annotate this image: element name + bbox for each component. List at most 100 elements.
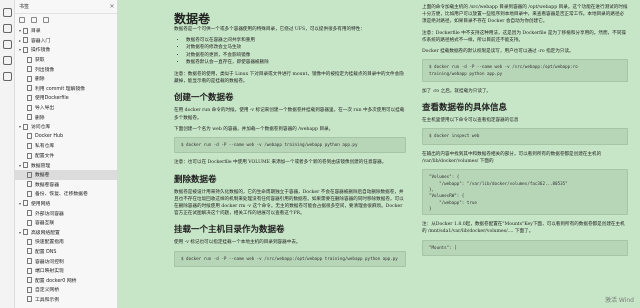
attachment-icon[interactable] — [3, 40, 12, 49]
feature-list: 数据卷可以在容器之间共享和重用 对数据卷的修改会立马生效 对数据卷的更新，不会影… — [186, 37, 406, 66]
bookmark-label: 导入导出 — [35, 106, 55, 112]
document-icon — [27, 238, 32, 245]
document-icon — [27, 296, 32, 303]
document-icon — [23, 200, 28, 207]
expand-icon[interactable] — [19, 17, 25, 23]
bookmark-label: 数据卷容器 — [35, 182, 59, 188]
bookmark-item[interactable]: ▾ 操作镜像 — [15, 45, 117, 55]
collapse-icon[interactable] — [31, 17, 37, 23]
document-icon — [27, 94, 32, 101]
paragraph: 注意：也可以在 Dockerfile 中使用 VOLUME 来添加一个或者多个新… — [174, 160, 387, 166]
document-icon — [27, 152, 32, 159]
bookmark-item[interactable]: 私有仓库 — [15, 141, 117, 151]
bookmark-label: 外部访问容器 — [35, 211, 64, 217]
bookmark-item[interactable]: ▾ 目录 — [15, 26, 117, 36]
search-icon[interactable] — [3, 72, 12, 81]
bookmark-item[interactable]: ▾ 访问仓库 — [15, 122, 117, 132]
comment-icon[interactable] — [3, 56, 12, 65]
bookmark-item[interactable]: 配置 DNS — [15, 247, 117, 257]
document-icon — [27, 85, 32, 92]
bookmark-label: Docker Hub — [35, 133, 64, 139]
bookmark-item[interactable]: ▾ 数据管理 — [15, 160, 117, 170]
bookmark-item[interactable]: 工具和示例 — [15, 295, 117, 305]
note-paragraph: 注意：数据卷的使用，类似于 Linux 下对目录或文件进行 mount，镜像中的… — [174, 72, 404, 85]
code-block: $ docker run -d -P --name web -v /src/we… — [174, 250, 406, 268]
bookmark-item[interactable]: 快速配置指南 — [15, 237, 117, 247]
close-icon[interactable]: ✕ — [107, 3, 117, 10]
bookmark-label: 使用网络 — [31, 201, 51, 207]
bookmark-tree: ▾ 目录 ▸ 容器入门 ▾ 操作镜像 获取 列出镜像 删除 利用 commit 理解镜像 使用Doc… — [15, 26, 117, 304]
bookmark-label: 使用Dockerfile — [35, 96, 69, 102]
document-icon — [23, 123, 28, 130]
section-title: 数据卷 — [174, 12, 211, 26]
bookmark-label: 数据管理 — [31, 163, 51, 169]
paragraph: 数据卷是被设计用来持久化数据的，它的生命周期独立于容器，Docker 不会在容器… — [174, 189, 404, 217]
bookmark-item[interactable]: 列出镜像 — [15, 64, 117, 74]
document-icon — [23, 46, 28, 53]
bookmark-item[interactable]: 数据卷 — [15, 169, 117, 180]
bookmark-label: 工具和示例 — [35, 297, 59, 303]
bookmark-item[interactable]: ▸ 容器入门 — [15, 36, 117, 46]
bookmark-label: 目录 — [31, 29, 41, 35]
paragraph: 注：从Docker 1.8.0起，数据卷配置在"Mounts"Key下面，可以看… — [422, 222, 625, 235]
document-icon — [27, 104, 32, 111]
bookmark-item[interactable]: ▾ 使用网络 — [15, 199, 117, 209]
bookmark-label: 私有仓库 — [35, 144, 55, 150]
bookmark-label: 容器入门 — [31, 38, 51, 44]
options-icon[interactable] — [43, 17, 49, 23]
bookmark-label: 删除 — [35, 77, 45, 83]
panel-header: 书签 ✕ — [15, 0, 117, 14]
code-block: $ docker run -d -P --name web -v /webapp… — [174, 137, 406, 154]
document-icon — [27, 248, 32, 255]
bookmark-icon[interactable] — [3, 8, 12, 17]
bookmark-label: 自定义网桥 — [35, 288, 59, 294]
list-item: 对数据卷的修改会立马生效 — [186, 44, 406, 51]
code-block: $ docker inspect web — [422, 128, 628, 145]
bookmark-item[interactable]: 数据卷容器 — [15, 180, 117, 190]
document-icon — [27, 66, 32, 73]
list-item: 对数据卷的更新，不会影响镜像 — [186, 52, 406, 59]
bookmark-label: 数据卷 — [35, 173, 50, 179]
bookmark-label: 端口映射实现 — [35, 269, 64, 275]
bookmark-item[interactable]: 配置文件 — [15, 151, 117, 161]
bookmark-item[interactable]: 配置 docker0 网桥 — [15, 275, 117, 285]
bookmark-item[interactable]: 删除 — [15, 112, 117, 122]
page-column-right: 上面的命令加载主机的 /src/webapp 目录到容器的 /opt/webap… — [422, 0, 628, 262]
paragraph: Docker 挂载数据卷的默认权限是读写，用户也可以通过 :ro 指定为只读。 — [422, 49, 574, 55]
bookmark-item[interactable]: 容器访问控制 — [15, 256, 117, 266]
bookmark-panel: 书签 ✕ ▾ 目录 ▸ 容器入门 ▾ 操作镜像 获取 列出镜像 删除 利用 commit 理解镜像… — [15, 0, 118, 308]
bookmark-label: 访问仓库 — [31, 125, 51, 131]
document-icon — [23, 229, 28, 236]
bookmark-label: 容器互联 — [35, 221, 55, 227]
bookmark-item[interactable]: 外部访问容器 — [15, 208, 117, 218]
intro-paragraph: 数据卷是一个可供一个或多个容器使用的特殊目录，它绕过 UFS，可以提供很多有用的… — [174, 27, 365, 32]
bookmark-item[interactable]: 利用 commit 理解镜像 — [15, 84, 117, 94]
heading-inspect-volume: 查看数据卷的具体信息 — [422, 103, 508, 114]
bookmark-item[interactable]: 获取 — [15, 55, 117, 65]
document-icon — [27, 56, 32, 63]
document-icon — [27, 219, 32, 226]
document-icon — [27, 210, 32, 217]
bookmark-label: 备份、恢复、迁移数据卷 — [35, 192, 88, 198]
bookmark-item[interactable]: 备份、恢复、迁移数据卷 — [15, 189, 117, 199]
bookmark-item[interactable]: 容器互联 — [15, 218, 117, 228]
heading-delete-volume: 删除数据卷 — [174, 174, 217, 185]
heading-mount-host-dir: 挂载一个主机目录作为数据卷 — [174, 225, 285, 236]
bookmark-item[interactable]: ▾ 高级网络配置 — [15, 227, 117, 237]
bookmark-item[interactable]: 导入导出 — [15, 103, 117, 113]
document-icon — [23, 162, 28, 169]
document-icon — [27, 190, 32, 197]
bookmark-item[interactable]: 删除 — [15, 74, 117, 84]
bookmark-label: 获取 — [35, 58, 45, 64]
paragraph: 下面创建一个名为 web 的容器，并加载一个数据卷到容器的 /webapp 目录… — [174, 126, 334, 132]
paragraph: 加了 :ro 之后，就挂载为只读了。 — [422, 89, 492, 95]
bookmark-item[interactable]: Docker Hub — [15, 132, 117, 142]
list-item: 数据卷默认会一直存在，即使容器被删除 — [186, 59, 406, 66]
bookmark-label: 高级网络配置 — [31, 230, 60, 236]
bookmark-label: 快速配置指南 — [35, 240, 64, 246]
bookmark-item[interactable]: 端口映射实现 — [15, 266, 117, 276]
bookmark-item[interactable]: 使用Dockerfile — [15, 93, 117, 103]
page-icon[interactable] — [3, 24, 12, 33]
bookmark-item[interactable]: 自定义网桥 — [15, 285, 117, 295]
paragraph: 注意：Dockerfile 中不支持这种用法，这是因为 Dockerfile 是… — [422, 30, 626, 43]
